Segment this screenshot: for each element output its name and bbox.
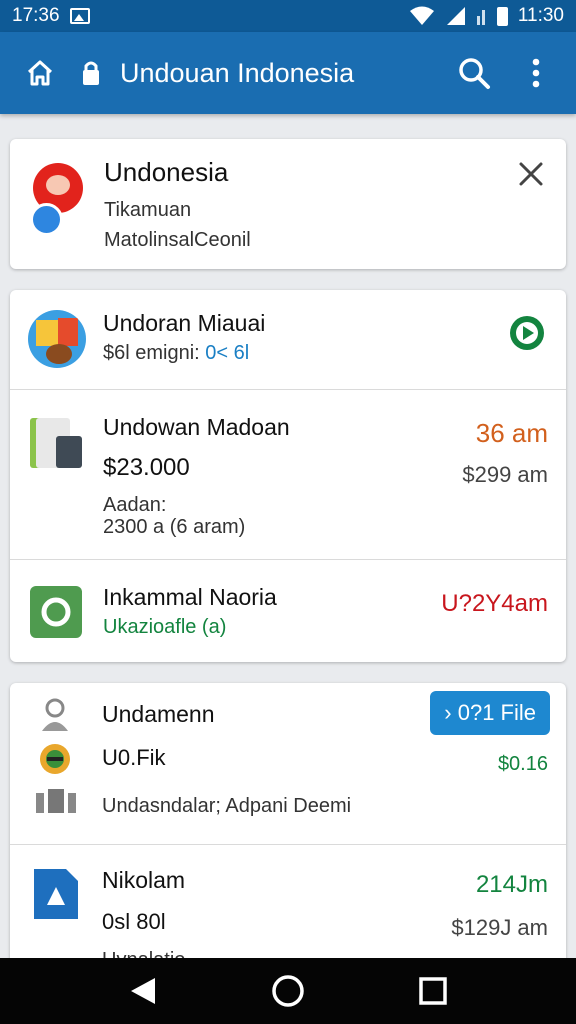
item-amount: 36 am — [475, 418, 548, 448]
status-time: 17:36 — [12, 5, 60, 26]
user-icon — [40, 697, 70, 733]
list-item[interactable]: Undoran Miauai $6l emigni: 0< 6l — [10, 290, 566, 390]
files-card: Undamenn › 0?1 File U0.Fik $0.16 Undasnd… — [10, 683, 566, 973]
list-item[interactable]: Nikolam 214Jm 0sl 80l $129J am Uvnalatio — [10, 845, 566, 973]
item-name: Inkammal Naoria — [103, 584, 277, 610]
list-item[interactable]: Undamenn › 0?1 File U0.Fik $0.16 Undasnd… — [10, 683, 566, 845]
item-subtitle: 0sl 80l — [102, 909, 166, 934]
item-price-right: $299 am — [462, 462, 548, 487]
app-bar: Undouan Indonesia — [0, 32, 576, 114]
item-amount: U?2Y4am — [441, 590, 548, 617]
list-item[interactable]: Undowan Madoan 36 am $23.000 $299 am Aad… — [10, 390, 566, 560]
drive-file-icon — [32, 867, 80, 921]
more-vert-icon[interactable] — [514, 51, 558, 95]
document-icon — [30, 418, 84, 470]
gear-character-icon — [36, 741, 74, 777]
recents-icon[interactable] — [411, 969, 455, 1013]
app-illustration-icon — [28, 310, 86, 368]
card-detail: MatolinsalCeonil — [104, 229, 251, 251]
item-subtitle: $6l emigni: 0< 6l — [103, 342, 250, 364]
play-icon[interactable] — [510, 316, 544, 350]
wifi-icon — [409, 6, 434, 25]
item-amount: 214Jm — [475, 871, 548, 898]
signal-icon — [446, 7, 465, 25]
home-icon[interactable] — [18, 51, 62, 95]
item-name: Undoran Miauai — [103, 310, 266, 336]
system-nav-bar — [0, 958, 576, 1024]
item-price-right: $129J am — [451, 915, 548, 940]
item-amount: $0.16 — [497, 753, 548, 775]
status-time-right: 11:30 — [517, 5, 564, 26]
item-note-detail: 2300 a (6 aram) — [103, 516, 246, 538]
back-icon[interactable] — [121, 969, 165, 1013]
file-button[interactable]: › 0?1 File — [430, 691, 550, 735]
app-title: Undouan Indonesia — [120, 57, 355, 88]
lock-icon — [76, 51, 106, 95]
search-icon[interactable] — [452, 51, 496, 95]
item-price: $23.000 — [103, 454, 190, 481]
item-name: Undamenn — [102, 701, 215, 727]
home-nav-icon[interactable] — [266, 969, 310, 1013]
card-subtitle: Tikamuan — [104, 199, 192, 221]
card-title: Undonesia — [104, 157, 229, 187]
item-note: Undasndalar; Adpani Deemi — [102, 795, 352, 817]
record-icon — [30, 586, 82, 638]
battery-icon — [496, 6, 508, 26]
people-icon — [34, 787, 78, 815]
close-icon[interactable] — [516, 159, 546, 189]
country-card: Undonesia Tikamuan MatolinsalCeonil — [10, 139, 566, 269]
item-subtitle: Ukazioafle (a) — [103, 616, 227, 638]
item-subtitle: U0.Fik — [102, 745, 166, 770]
item-note: Aadan: — [103, 494, 167, 516]
item-name: Nikolam — [102, 867, 186, 893]
transactions-card: Undoran Miauai $6l emigni: 0< 6l Undowan… — [10, 290, 566, 662]
image-notification-icon — [69, 8, 90, 24]
item-name: Undowan Madoan — [103, 414, 290, 440]
list-item[interactable]: Inkammal Naoria Ukazioafle (a) U?2Y4am — [10, 560, 566, 662]
status-bar: 17:36 11:30 — [0, 0, 576, 32]
country-avatar-icon — [30, 163, 86, 239]
signal-bars-icon — [476, 10, 485, 25]
